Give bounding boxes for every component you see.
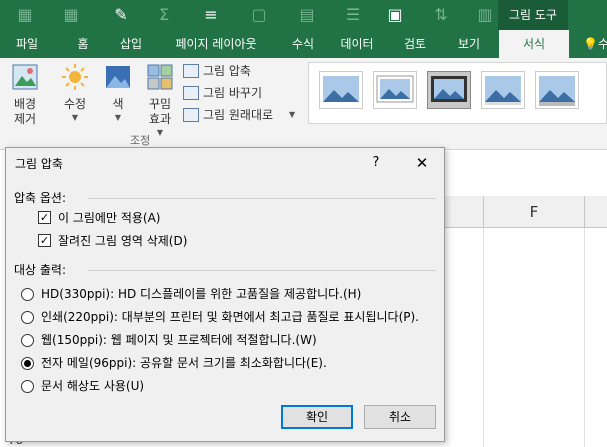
dialog-title: 그림 압축: [15, 157, 63, 171]
ribbon-tabs: 파일 홈 삽입 페이지 레이아웃 수식 데이터 검토 보기 서식 💡수: [0, 30, 607, 58]
gridline: [584, 228, 585, 447]
picture-color-icon: [106, 66, 130, 88]
tab-format[interactable]: 서식: [499, 30, 569, 58]
help-button[interactable]: ?: [366, 152, 386, 174]
change-picture-button[interactable]: 그림 바꾸기: [183, 83, 303, 103]
tab-insert[interactable]: 삽입: [108, 30, 154, 58]
resolution-web-radio[interactable]: 웹(150ppi): 웹 페이지 및 프로젝터에 적절합니다.(W): [21, 331, 421, 349]
tab-tell-me[interactable]: 💡수: [576, 30, 607, 58]
radio-circle-selected: [21, 357, 34, 370]
tab-review[interactable]: 검토: [392, 30, 438, 58]
sun-icon: [62, 64, 88, 90]
apply-only-this-picture-checkbox[interactable]: ✓ 이 그림에만 적용(A): [38, 209, 238, 227]
picture-style-1[interactable]: [319, 71, 363, 109]
cancel-button[interactable]: 취소: [364, 405, 436, 429]
title-bar: ▦ ▦ ✎ Σ ≡ ▢ ▤ ☰ ▣ ⇅ ▥ 그림 도구: [0, 0, 607, 30]
checkbox-box: ✓: [38, 234, 51, 247]
radio-circle: [21, 380, 34, 393]
ribbon: 배경 제거 수정 ▼ 색 ▼ 꾸밈 효과 ▼ 그림 압축 그림 바꾸기 그림 원…: [0, 58, 607, 150]
sum-icon[interactable]: Σ: [153, 4, 175, 26]
sort-icon[interactable]: ⇅: [430, 4, 452, 26]
compress-options-label: 압축 옵션:: [14, 191, 67, 205]
chevron-down-icon: ▼: [114, 113, 122, 122]
save-icon[interactable]: ▣: [384, 4, 406, 26]
chevron-down-icon: ▼: [289, 110, 296, 119]
corrections-button[interactable]: 수정 ▼: [52, 58, 98, 124]
picture-style-thumbnail: [376, 75, 414, 103]
lightbulb-icon: 💡: [583, 37, 598, 51]
column-divider: [584, 196, 585, 228]
reset-picture-button[interactable]: 그림 원래대로 ▼: [183, 105, 303, 125]
color-button[interactable]: 색 ▼: [98, 58, 138, 124]
tab-file[interactable]: 파일: [4, 30, 50, 58]
compress-pictures-dialog: 그림 압축 ? ✕ 압축 옵션: ✓ 이 그림에만 적용(A) ✓ 잘려진 그림…: [5, 147, 445, 442]
artistic-effects-icon: [147, 64, 173, 90]
picture-style-thumbnail: [431, 76, 467, 102]
chart-icon[interactable]: ▥: [474, 4, 496, 26]
radio-circle: [21, 311, 34, 324]
change-picture-icon: [183, 86, 199, 100]
picture-style-3[interactable]: [427, 71, 471, 109]
column-header-f[interactable]: F: [484, 196, 584, 228]
picture-tools-context: 그림 도구: [498, 0, 568, 30]
section-separator: [88, 270, 436, 271]
artistic-effects-button[interactable]: 꾸밈 효과 ▼: [140, 58, 180, 139]
chevron-down-icon: ▼: [71, 113, 79, 122]
checkbox-box: ✓: [38, 211, 51, 224]
radio-circle: [21, 288, 34, 301]
resolution-print-radio[interactable]: 인쇄(220ppi): 대부분의 프린터 및 화면에서 최고급 품질로 표시됩니…: [21, 308, 441, 326]
grid-icon[interactable]: ▦: [60, 4, 82, 26]
picture-style-thumbnail: [539, 76, 575, 106]
compress-pictures-button[interactable]: 그림 압축: [183, 61, 303, 81]
tab-data[interactable]: 데이터: [334, 30, 380, 58]
resolution-email-radio[interactable]: 전자 메일(96ppi): 공유할 문서 크기를 최소화합니다(E).: [21, 354, 421, 372]
delete-cropped-areas-checkbox[interactable]: ✓ 잘려진 그림 영역 삭제(D): [38, 232, 238, 250]
gridline: [483, 228, 484, 447]
text-icon[interactable]: ▤: [296, 4, 318, 26]
radio-circle: [21, 334, 34, 347]
format-painter-icon[interactable]: ✎: [110, 4, 132, 26]
border-icon[interactable]: ▢: [248, 4, 270, 26]
list-icon[interactable]: ☰: [342, 4, 364, 26]
close-button[interactable]: ✕: [410, 152, 434, 174]
resolution-document-radio[interactable]: 문서 해상도 사용(U): [21, 377, 421, 395]
picture-style-2[interactable]: [373, 71, 417, 109]
ok-button[interactable]: 확인: [281, 405, 353, 429]
resolution-hd-radio[interactable]: HD(330ppi): HD 디스플레이를 위한 고품질을 제공합니다.(H): [21, 285, 421, 303]
table-icon[interactable]: ▦: [14, 4, 36, 26]
picture-style-5[interactable]: [535, 71, 579, 109]
tab-view[interactable]: 보기: [446, 30, 492, 58]
remove-background-button[interactable]: 배경 제거: [2, 58, 48, 127]
picture-style-4[interactable]: [481, 71, 525, 109]
picture-style-thumbnail: [323, 76, 359, 102]
target-output-label: 대상 출력:: [14, 263, 67, 277]
tab-home[interactable]: 홈: [60, 30, 106, 58]
picture-styles-gallery: [308, 62, 607, 124]
compress-icon: [183, 64, 199, 78]
remove-background-icon: [12, 64, 38, 90]
reset-picture-icon: [183, 108, 199, 122]
align-icon[interactable]: ≡: [200, 4, 222, 26]
section-separator: [88, 198, 436, 199]
adjust-group-label: 조정: [130, 134, 151, 147]
tab-page-layout[interactable]: 페이지 레이아웃: [164, 30, 268, 58]
picture-style-thumbnail: [485, 76, 521, 105]
tab-formulas[interactable]: 수식: [280, 30, 326, 58]
